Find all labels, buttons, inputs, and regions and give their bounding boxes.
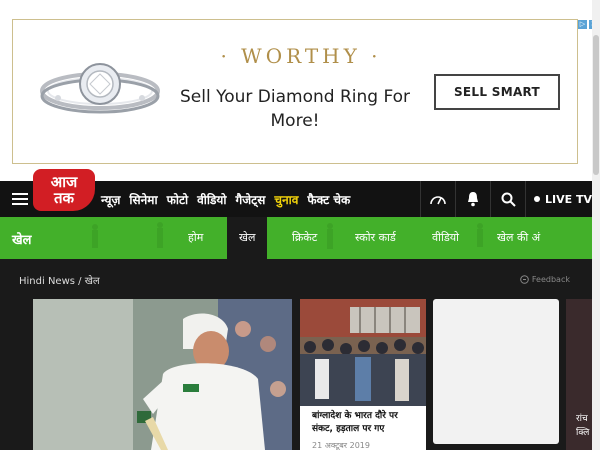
- tab-videos[interactable]: वीडियो: [432, 217, 459, 259]
- breadcrumb-bar: Hindi News / खेल Feedback: [0, 259, 600, 299]
- feedback-button[interactable]: Feedback: [520, 275, 570, 284]
- nav-item-election[interactable]: चुनाव: [274, 191, 298, 208]
- breadcrumb: Hindi News / खेल: [19, 273, 100, 287]
- tab-cricket[interactable]: क्रिकेट: [292, 217, 317, 259]
- nav-item-cinema[interactable]: सिनेमा: [129, 191, 157, 208]
- scrollbar-thumb[interactable]: [593, 35, 599, 175]
- scrollbar[interactable]: [592, 0, 600, 450]
- story-headline-line: रांच: [576, 414, 588, 424]
- ad-cta-button[interactable]: SELL SMART: [434, 74, 560, 110]
- speedometer-icon: [430, 196, 446, 205]
- breadcrumb-separator: /: [78, 276, 82, 287]
- tab-home[interactable]: होम: [188, 217, 203, 259]
- live-tv-label: LIVE TV: [545, 192, 592, 206]
- notification-button[interactable]: [455, 181, 490, 217]
- search-button[interactable]: [490, 181, 525, 217]
- tab-scorecard[interactable]: स्कोर कार्ड: [355, 217, 396, 259]
- story-headline[interactable]: बांग्लादेश के भारत दौरे पर संकट, हड़ताल …: [312, 410, 420, 436]
- header-tools: LIVE TV: [420, 181, 600, 217]
- feedback-icon: [520, 275, 529, 284]
- story-date: 21 अक्टूबर 2019: [312, 441, 370, 450]
- aajtak-logo[interactable]: आज तक: [33, 169, 95, 211]
- podcast-button[interactable]: [420, 181, 455, 217]
- live-dot-icon: [534, 196, 540, 202]
- story-headline-line: क्लि: [576, 428, 590, 438]
- ad-headline: Sell Your Diamond Ring For More!: [179, 87, 411, 131]
- search-icon: [501, 192, 516, 207]
- logo-text-line1: आज: [50, 173, 78, 191]
- feedback-label: Feedback: [531, 275, 570, 284]
- story-headline-partial: रांच क्लि: [576, 412, 589, 440]
- hamburger-menu-icon[interactable]: [12, 193, 28, 206]
- nav-item-gadgets[interactable]: गैजेट्स: [236, 191, 266, 208]
- section-bar: खेल होम खेल क्रिकेट स्कोर कार्ड वीडियो ख…: [0, 217, 600, 259]
- logo-text-line2: तक: [53, 189, 75, 207]
- breadcrumb-current: खेल: [84, 276, 100, 287]
- nav-item-news[interactable]: न्यूज़: [101, 191, 120, 208]
- hero-cricketer-image: [33, 299, 292, 450]
- bell-icon: [468, 192, 478, 207]
- nav-item-photo[interactable]: फोटो: [167, 191, 189, 208]
- adchoices-icon[interactable]: ▷: [578, 20, 587, 29]
- breadcrumb-home[interactable]: Hindi News: [19, 276, 75, 287]
- tab-sports[interactable]: खेल: [227, 217, 268, 259]
- main-nav: न्यूज़ सिनेमा फोटो वीडियो गैजेट्स चुनाव …: [101, 181, 350, 217]
- ad-brand-logo: · WORTHY ·: [220, 44, 382, 68]
- live-tv-button[interactable]: LIVE TV: [525, 181, 600, 217]
- diamond-ring-image: [40, 63, 160, 114]
- placeholder-card: [433, 299, 559, 444]
- hero-story-card[interactable]: [33, 299, 292, 450]
- nav-item-fact-check[interactable]: फैक्ट चेक: [307, 191, 350, 208]
- nav-item-video[interactable]: वीडियो: [197, 191, 226, 208]
- section-title: खेल: [12, 233, 32, 248]
- ad-banner[interactable]: ▷ ✕ · WORTHY · Sell Your Diamond Ring Fo…: [0, 0, 600, 181]
- story-image: [300, 299, 426, 406]
- ad-brand-text: WORTHY: [241, 44, 361, 68]
- story-card[interactable]: बांग्लादेश के भारत दौरे पर संकट, हड़ताल …: [300, 299, 426, 450]
- tab-more[interactable]: खेल की अं: [497, 217, 540, 259]
- logo-mark: आज तक: [33, 169, 95, 211]
- story-card-partial[interactable]: रांच क्लि: [566, 299, 592, 450]
